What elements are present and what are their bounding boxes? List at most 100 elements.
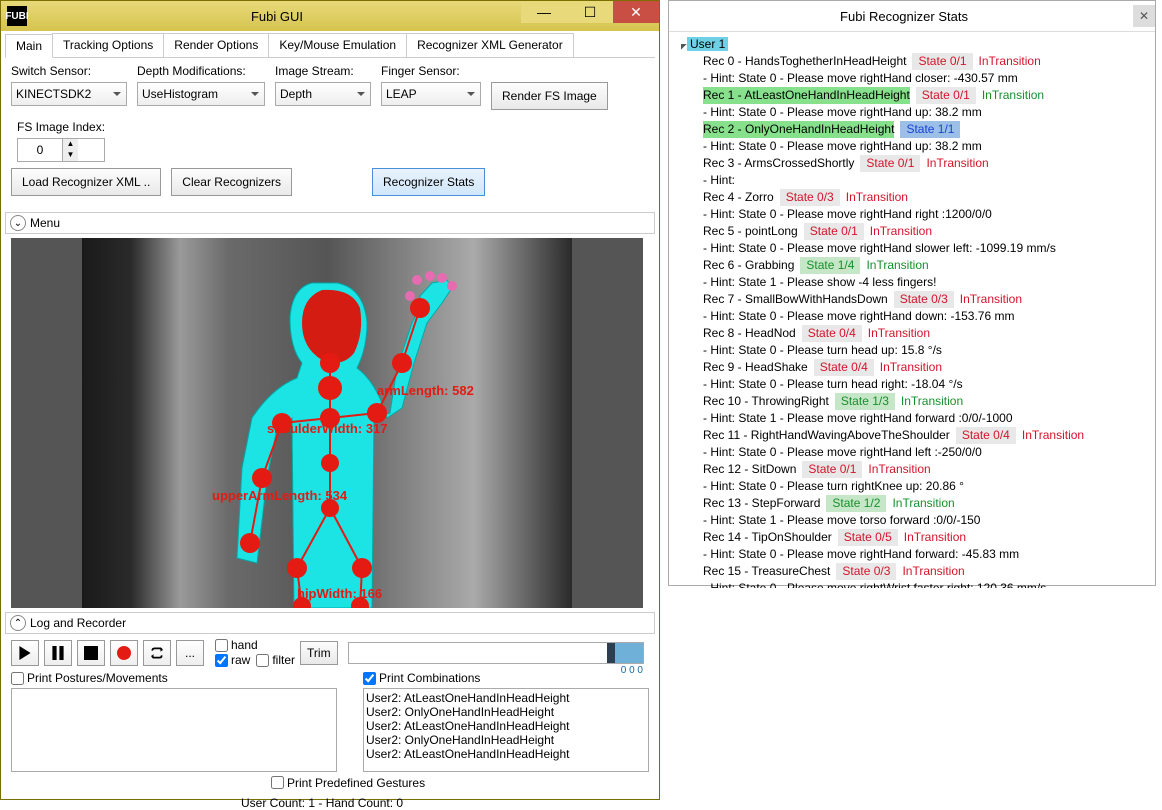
tab-main[interactable]: Main <box>5 34 53 58</box>
list-item[interactable]: User2: AtLeastOneHandInHeadHeight <box>366 691 646 705</box>
check-raw[interactable]: raw <box>215 653 250 667</box>
recognizer-row: Rec 13 - StepForwardState 1/2InTransitio… <box>703 495 1147 512</box>
transition-label: InTransition <box>870 223 932 240</box>
hint-line: - Hint: State 0 - Please move rightHand … <box>703 104 1147 121</box>
log-expander[interactable]: ⌃ Log and Recorder <box>5 612 655 634</box>
label-fs-index: FS Image Index: <box>17 120 105 134</box>
play-button[interactable] <box>11 640 39 666</box>
check-print-predefined[interactable]: Print Predefined Gestures <box>271 776 425 790</box>
timeline-slider[interactable]: 0 0 0 <box>348 642 644 664</box>
state-badge: State 1/2 <box>826 495 886 512</box>
recognizer-row: Rec 2 - OnlyOneHandInHeadHeightState 1/1 <box>703 121 1147 138</box>
transition-label: InTransition <box>866 257 928 274</box>
stats-tree[interactable]: User 1 Rec 0 - HandsToghetherInHeadHeigh… <box>669 32 1155 588</box>
hint-line: - Hint: State 1 - Please move rightHand … <box>703 410 1147 427</box>
depth-viewport: armLength: 582 shoulderWidth: 317 upperA… <box>11 238 643 608</box>
fs-index-input[interactable] <box>18 139 62 161</box>
tab-tracking[interactable]: Tracking Options <box>52 33 164 57</box>
tree-toggle-icon[interactable] <box>675 38 686 49</box>
spin-up-icon[interactable]: ▲ <box>62 139 78 150</box>
recognizer-stats-button[interactable]: Recognizer Stats <box>372 168 485 196</box>
overlay-upperarm: upperArmLength: 534 <box>212 488 347 503</box>
combinations-list[interactable]: User2: AtLeastOneHandInHeadHeightUser2: … <box>363 688 649 772</box>
state-badge: State 0/5 <box>838 529 898 546</box>
transition-label: InTransition <box>904 529 966 546</box>
fubi-gui-window: FUBI Fubi GUI — ☐ ✕ Main Tracking Option… <box>0 0 660 800</box>
tab-xmlgen[interactable]: Recognizer XML Generator <box>406 33 574 57</box>
recognizer-name: Rec 5 - pointLong <box>703 223 798 240</box>
hint-line: - Hint: State 0 - Please turn head right… <box>703 376 1147 393</box>
browse-button[interactable]: ... <box>176 640 204 666</box>
menu-expander[interactable]: ⌄ Menu <box>5 212 655 234</box>
recognizer-stats-window: Fubi Recognizer Stats ✕ User 1 Rec 0 - H… <box>668 0 1156 586</box>
timeline-values: 0 0 0 <box>621 665 643 676</box>
loop-button[interactable] <box>143 640 171 666</box>
clear-recognizers-button[interactable]: Clear Recognizers <box>171 168 292 196</box>
list-item[interactable]: User2: AtLeastOneHandInHeadHeight <box>366 719 646 733</box>
trim-button[interactable]: Trim <box>300 641 338 665</box>
close-button[interactable]: ✕ <box>613 1 659 23</box>
transition-label: InTransition <box>880 359 942 376</box>
app-icon: FUBI <box>7 6 27 26</box>
list-item[interactable]: User2: OnlyOneHandInHeadHeight <box>366 733 646 747</box>
recognizer-name: Rec 14 - TipOnShoulder <box>703 529 832 546</box>
pause-button[interactable] <box>44 640 72 666</box>
tab-keymouse[interactable]: Key/Mouse Emulation <box>268 33 407 57</box>
postures-list[interactable] <box>11 688 337 772</box>
state-badge: State 1/3 <box>835 393 895 410</box>
recognizer-name: Rec 13 - StepForward <box>703 495 820 512</box>
label-depth-mod: Depth Modifications: <box>137 64 265 78</box>
spin-down-icon[interactable]: ▼ <box>62 150 78 161</box>
select-image-stream[interactable]: Depth <box>275 82 371 106</box>
list-item[interactable]: User2: OnlyOneHandInHeadHeight <box>366 705 646 719</box>
label-switch-sensor: Switch Sensor: <box>11 64 127 78</box>
stats-close-button[interactable]: ✕ <box>1133 5 1155 27</box>
check-print-combinations[interactable]: Print Combinations <box>363 671 480 685</box>
recognizer-row: Rec 15 - TreasureChestState 0/3InTransit… <box>703 563 1147 580</box>
stop-button[interactable] <box>77 640 105 666</box>
select-sensor[interactable]: KINECTSDK2 <box>11 82 127 106</box>
hint-line: - Hint: State 0 - Please move rightHand … <box>703 444 1147 461</box>
state-badge: State 0/4 <box>814 359 874 376</box>
stats-titlebar[interactable]: Fubi Recognizer Stats ✕ <box>669 1 1155 32</box>
hint-line: - Hint: State 0 - Please move rightHand … <box>703 308 1147 325</box>
menu-label: Menu <box>30 216 60 230</box>
check-hand[interactable]: hand <box>215 638 295 652</box>
minimize-button[interactable]: — <box>521 1 567 23</box>
render-fs-button[interactable]: Render FS Image <box>491 82 608 110</box>
recognizer-row: Rec 7 - SmallBowWithHandsDownState 0/3In… <box>703 291 1147 308</box>
maximize-button[interactable]: ☐ <box>567 1 613 23</box>
transition-label: InTransition <box>926 155 988 172</box>
tab-render[interactable]: Render Options <box>163 33 269 57</box>
hint-line: - Hint: <box>703 172 1147 189</box>
tab-strip: Main Tracking Options Render Options Key… <box>5 33 655 58</box>
load-xml-button[interactable]: Load Recognizer XML .. <box>11 168 161 196</box>
record-button[interactable] <box>110 640 138 666</box>
label-spacer <box>491 64 608 78</box>
transition-label: InTransition <box>979 53 1041 70</box>
play-icon <box>18 646 32 660</box>
window-title: Fubi GUI <box>33 9 521 24</box>
select-depth-mod[interactable]: UseHistogram <box>137 82 265 106</box>
transition-label: InTransition <box>901 393 963 410</box>
transition-label: InTransition <box>868 325 930 342</box>
state-badge: State 0/1 <box>804 223 864 240</box>
list-item[interactable]: User2: AtLeastOneHandInHeadHeight <box>366 747 646 761</box>
fs-index-spinner[interactable]: ▲▼ <box>17 138 105 162</box>
state-badge: State 1/4 <box>800 257 860 274</box>
state-badge: State 0/3 <box>894 291 954 308</box>
user-node[interactable]: User 1 <box>687 37 728 51</box>
recognizer-name: Rec 2 - OnlyOneHandInHeadHeight <box>703 121 894 138</box>
select-finger-sensor[interactable]: LEAP <box>381 82 481 106</box>
hint-line: - Hint: State 0 - Please move rightHand … <box>703 546 1147 563</box>
transition-label: InTransition <box>982 87 1044 104</box>
label-image-stream: Image Stream: <box>275 64 371 78</box>
overlay-armlength: armLength: 582 <box>377 383 474 398</box>
hint-line: - Hint: State 0 - Please move rightHand … <box>703 138 1147 155</box>
overlay-hipwidth: hipWidth: 166 <box>297 586 382 601</box>
recognizer-row: Rec 1 - AtLeastOneHandInHeadHeightState … <box>703 87 1147 104</box>
transition-label: InTransition <box>960 291 1022 308</box>
titlebar[interactable]: FUBI Fubi GUI — ☐ ✕ <box>1 1 659 31</box>
check-print-postures[interactable]: Print Postures/Movements <box>11 671 168 685</box>
check-filter[interactable]: filter <box>256 653 295 667</box>
